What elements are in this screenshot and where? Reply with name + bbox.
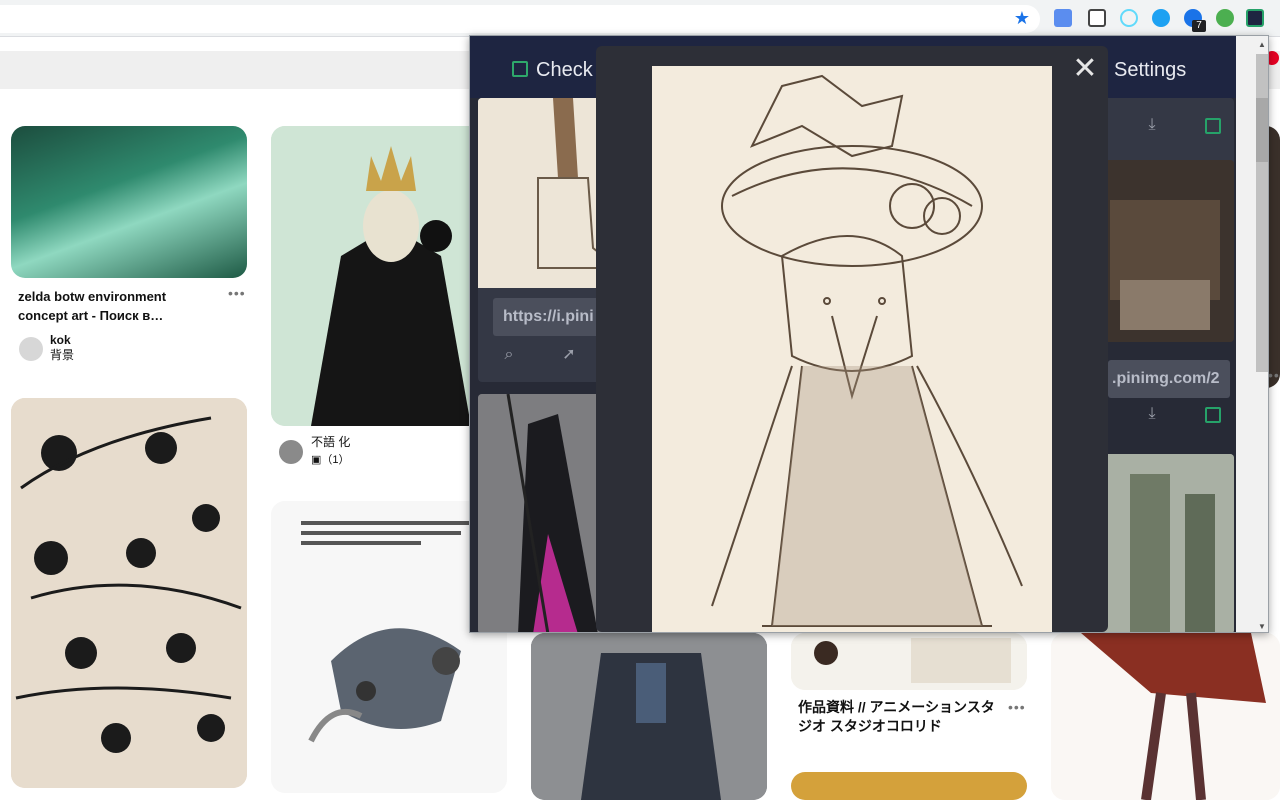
pin-board: ▣（1）	[311, 454, 350, 466]
pin-author[interactable]: 不語 化	[311, 435, 350, 450]
scrollbar-thumb-active[interactable]	[1256, 98, 1268, 162]
check-all-button[interactable]: Check	[512, 58, 593, 82]
pin-image-jacket-character[interactable]	[531, 633, 767, 800]
blurred-garden-art	[1100, 454, 1234, 632]
download-icon[interactable]: ⤓	[1143, 405, 1161, 423]
pin-image-character-sheet[interactable]	[11, 398, 247, 788]
close-icon[interactable]: ✕	[1072, 54, 1098, 84]
red-dress-character-art	[1051, 633, 1280, 800]
jacket-character-art	[531, 633, 767, 800]
pin-title[interactable]: 作品資料 // アニメーションスタ ジオ スタジオコロリド	[798, 698, 1008, 736]
scroll-up-arrow[interactable]: ▲	[1256, 38, 1268, 52]
image-card-actions: ⤓	[1100, 98, 1234, 168]
address-bar[interactable]	[0, 5, 1040, 33]
image-downloader-extension-icon[interactable]	[1246, 9, 1264, 27]
more-options-icon[interactable]: •••	[228, 285, 246, 301]
preview-image	[652, 66, 1052, 632]
image-url-field[interactable]: .pinimg.com/2	[1108, 360, 1230, 398]
translate-extension-icon[interactable]	[1054, 9, 1072, 27]
more-options-icon[interactable]: •••	[1268, 367, 1280, 383]
image-thumbnail[interactable]	[1100, 454, 1234, 632]
pin-image-red-dress-character[interactable]	[1051, 633, 1280, 800]
animation-sheet-art	[791, 633, 1027, 690]
avatar[interactable]	[279, 440, 303, 464]
pin-image-animation-sheet[interactable]	[791, 633, 1027, 690]
checkbox-icon[interactable]	[512, 61, 528, 77]
bookshop-art	[1100, 160, 1234, 342]
select-checkbox[interactable]	[1205, 118, 1221, 134]
compass-extension-icon[interactable]	[1216, 9, 1234, 27]
zoom-in-icon[interactable]: ⌕	[500, 346, 518, 364]
pin-image-colorful[interactable]	[791, 772, 1027, 800]
pin-board: 背景	[50, 348, 75, 362]
settings-button[interactable]: Settings	[1114, 58, 1186, 82]
image-preview-modal: ✕	[596, 46, 1108, 632]
bookmark-star-icon[interactable]: ★	[1012, 8, 1032, 28]
check-label: Check	[536, 59, 593, 81]
select-checkbox[interactable]	[1205, 407, 1221, 423]
browser-toolbar: ★ 7	[0, 0, 1280, 37]
avatar[interactable]	[19, 337, 43, 361]
extension-badge: 7	[1192, 20, 1206, 32]
react-devtools-icon[interactable]	[1120, 9, 1138, 27]
download-icon[interactable]: ⤓	[1143, 116, 1161, 134]
scroll-down-arrow[interactable]: ▼	[1256, 620, 1268, 632]
recycle-extension-icon[interactable]	[1088, 9, 1106, 27]
eye-extension-icon[interactable]	[1152, 9, 1170, 27]
image-thumbnail[interactable]	[1100, 160, 1234, 342]
open-external-icon[interactable]: ➚	[560, 346, 578, 364]
witch-girl-sketch	[652, 66, 1052, 632]
pin-author[interactable]: kok	[50, 333, 71, 348]
pin-image-forest-ruins[interactable]	[11, 126, 247, 278]
more-options-icon[interactable]: •••	[1008, 699, 1026, 715]
character-sheet-art	[11, 398, 247, 788]
pin-title[interactable]: zelda botw environment concept art - Пои…	[18, 287, 166, 325]
